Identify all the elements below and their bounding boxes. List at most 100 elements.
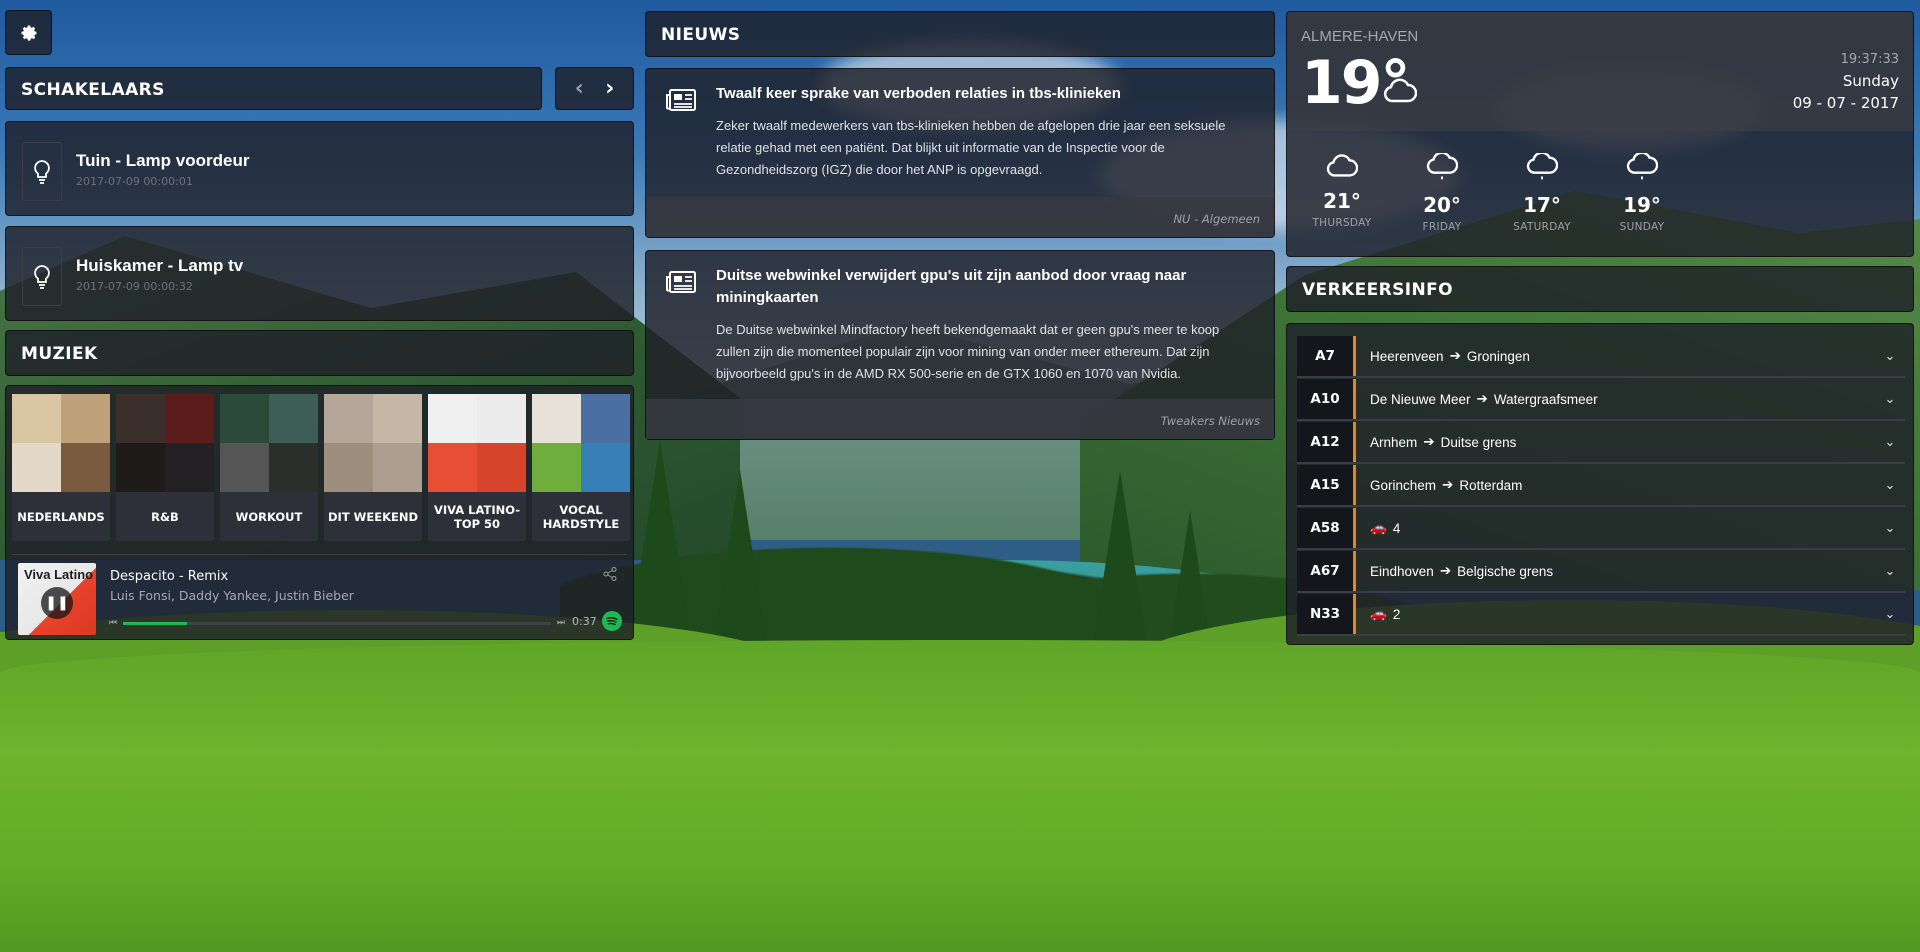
previous-track-icon[interactable]: ⏮ [109,618,117,628]
spotify-icon [602,611,622,631]
playlist-tile[interactable]: R&B [116,394,214,541]
traffic-row[interactable]: A67 Eindhoven ➔ Belgische grens ⌄ [1297,551,1905,593]
switch-time: 2017-07-09 00:00:32 [76,280,193,293]
chevron-down-icon[interactable]: ⌄ [1875,478,1905,493]
road-badge: A58 [1297,508,1356,548]
road-badge: A10 [1297,379,1356,419]
chevron-down-icon[interactable]: ⌄ [1875,435,1905,450]
traffic-row[interactable]: A15 Gorinchem ➔ Rotterdam ⌄ [1297,465,1905,507]
traffic-row[interactable]: A12 Arnhem ➔ Duitse grens ⌄ [1297,422,1905,464]
forecast-label: SATURDAY [1513,221,1571,233]
switch-pager: ‹ › [555,67,634,110]
track-title: Despacito - Remix [110,569,229,584]
weather-widget: ALMERE-HAVEN 19° 19:37:33 Sunday 09 - 07… [1286,11,1914,257]
arrow-right-icon: ➔ [1449,348,1461,363]
forecast-temp: 20° [1423,193,1461,217]
forecast-label: SUNDAY [1619,221,1665,233]
news-title: Duitse webwinkel verwijdert gpu's uit zi… [716,267,1187,306]
forecast-label: THURSDAY [1312,217,1372,229]
chevron-down-icon[interactable]: ⌄ [1875,564,1905,579]
chevron-down-icon[interactable]: ⌄ [1875,392,1905,407]
playlist-label: VOCAL HARDSTYLE [542,502,620,531]
playlist-art [324,394,422,492]
news-source: NU - Algemeen [1173,212,1260,226]
news-body: De Duitse webwinkel Mindfactory heeft be… [716,322,1220,381]
road-badge: A12 [1297,422,1356,462]
news-item[interactable]: Duitse webwinkel verwijdert gpu's uit zi… [645,250,1275,440]
weather-location: ALMERE-HAVEN [1301,28,1419,45]
news-title: Twaalf keer sprake van verboden relaties… [716,85,1121,102]
road-badge: A67 [1297,551,1356,591]
traffic-route: Heerenveen ➔ Groningen [1370,348,1875,364]
progress-area: ⏮ ⏭ [109,617,565,629]
traffic-row[interactable]: A58 🚗 4 ⌄ [1297,508,1905,550]
route-to: Belgische grens [1457,563,1554,579]
chevron-down-icon[interactable]: ⌄ [1875,607,1905,622]
arrow-right-icon: ➔ [1423,434,1435,449]
weather-date: 09 - 07 - 2017 [1792,94,1899,112]
arrow-right-icon: ➔ [1442,477,1454,492]
chevron-right-icon[interactable]: › [605,76,614,101]
road-badge: N33 [1297,594,1356,634]
newspaper-icon [666,89,696,111]
forecast-day: 20° FRIDAY [1407,151,1477,233]
playlist-tile[interactable]: WORKOUT [220,394,318,541]
traffic-header: VERKEERSINFO [1286,266,1914,312]
switches-header: SCHAKELAARS [5,67,542,110]
chevron-left-icon[interactable]: ‹ [575,76,584,101]
now-playing: Viva Latino ❚❚ Despacito - Remix Luis Fo… [12,554,627,637]
playlist-grid: NEDERLANDS R&B WORKOUT DIT WEEKEND VIVA … [12,394,630,541]
music-header: MUZIEK [5,330,634,376]
traffic-row[interactable]: N33 🚗 2 ⌄ [1297,594,1905,636]
route-to: Rotterdam [1459,477,1523,493]
traffic-list: A7 Heerenveen ➔ Groningen ⌄ A10 De Nieuwe … [1286,323,1914,645]
playlist-label: WORKOUT [235,509,303,524]
cloud-rain-icon [1626,151,1659,180]
playlist-tile[interactable]: VOCAL HARDSTYLE [532,394,630,541]
next-track-icon[interactable]: ⏭ [557,618,565,628]
arrow-right-icon: ➔ [1439,563,1452,578]
forecast-day: 21° THURSDAY [1307,153,1377,229]
switch-name: Huiskamer - Lamp tv [76,256,244,275]
pause-button[interactable]: ❚❚ [41,587,73,619]
playlist-tile[interactable]: DIT WEEKEND [324,394,422,541]
road-badge: A7 [1297,336,1356,376]
gear-icon [21,25,36,41]
newspaper-icon [666,271,696,293]
album-cover: Viva Latino ❚❚ [18,563,96,635]
switch-tile-huiskamer[interactable]: Huiskamer - Lamp tv 2017-07-09 00:00:32 [5,226,634,321]
news-header: NIEUWS [645,11,1275,57]
switch-name: Tuin - Lamp voordeur [76,151,250,170]
car-count: 2 [1392,606,1401,622]
playlist-label: NEDERLANDS [17,509,105,524]
forecast-day: 19° SUNDAY [1607,151,1677,233]
traffic-row[interactable]: A7 Heerenveen ➔ Groningen ⌄ [1297,336,1905,378]
weather-day: Sunday [1842,72,1899,90]
lightbulb-icon [22,142,62,201]
progress-bar[interactable] [123,621,551,625]
playlist-tile[interactable]: NEDERLANDS [12,394,110,541]
music-player: NEDERLANDS R&B WORKOUT DIT WEEKEND VIVA … [5,385,634,640]
cloud-rain-icon [1526,151,1559,180]
weather-clock: 19:37:33 [1840,52,1899,67]
share-icon[interactable] [603,567,617,585]
traffic-row[interactable]: A10 De Nieuwe Meer ➔ Watergraafsmeer ⌄ [1297,379,1905,421]
chevron-down-icon[interactable]: ⌄ [1875,349,1905,364]
playlist-art [220,394,318,492]
news-item[interactable]: Twaalf keer sprake van verboden relaties… [645,68,1275,238]
settings-button[interactable] [5,10,52,55]
route-from: Eindhoven [1370,563,1434,579]
forecast-temp: 21° [1323,189,1361,213]
traffic-route: 🚗 4 [1370,520,1875,536]
chevron-down-icon[interactable]: ⌄ [1875,521,1905,536]
playlist-art [12,394,110,492]
news-source: Tweakers Nieuws [1160,414,1260,428]
news-body: Zeker twaalf medewerkers van tbs-kliniek… [716,118,1226,177]
traffic-route: De Nieuwe Meer ➔ Watergraafsmeer [1370,391,1875,407]
playlist-tile[interactable]: VIVA LATINO- TOP 50 [428,394,526,541]
forecast-temp: 17° [1523,193,1561,217]
traffic-route: Eindhoven ➔ Belgische grens [1370,563,1875,579]
switch-tile-tuin[interactable]: Tuin - Lamp voordeur 2017-07-09 00:00:01 [5,121,634,216]
playlist-label: R&B [151,509,179,524]
switch-time: 2017-07-09 00:00:01 [76,175,193,188]
